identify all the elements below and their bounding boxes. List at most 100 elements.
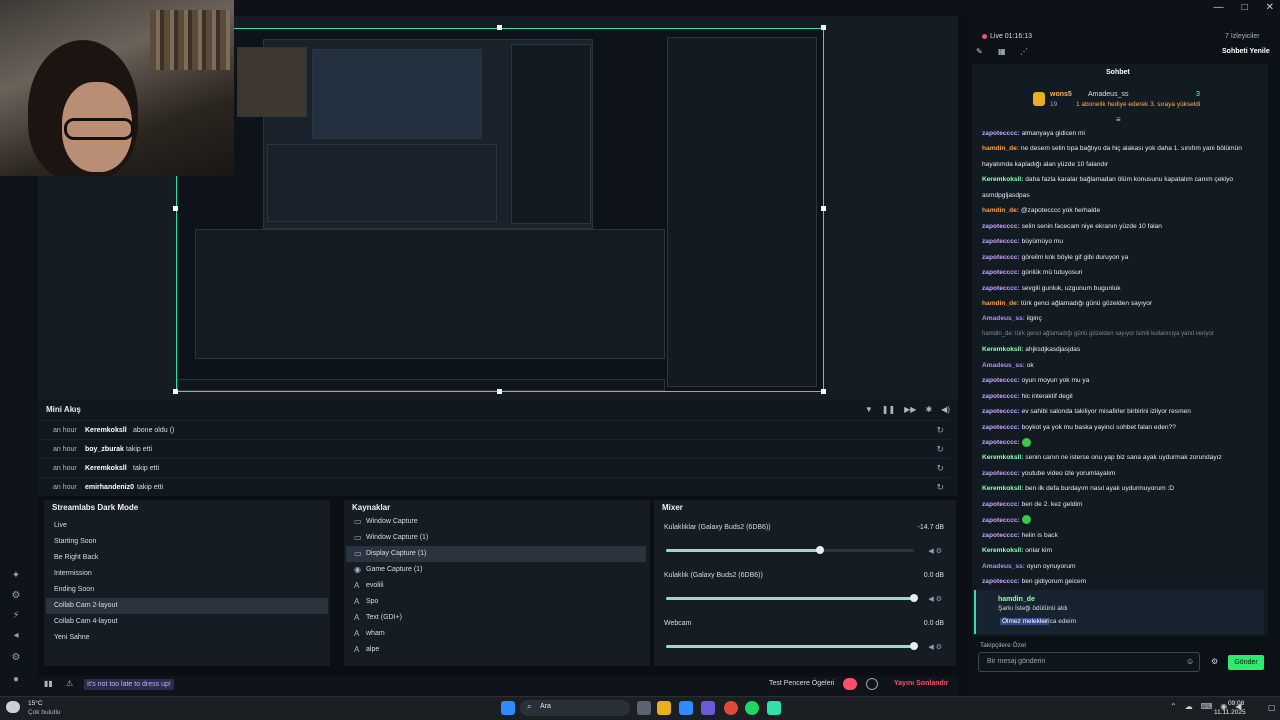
resize-handle[interactable] [497,25,502,30]
volume-knob[interactable] [910,594,918,602]
maximize-icon[interactable]: □ [1242,2,1248,13]
volume-slider[interactable] [666,594,918,602]
resize-handle[interactable] [497,389,502,394]
chat-tab[interactable]: Sohbet [1106,69,1130,76]
chat-username[interactable]: zapotecccc: [982,439,1020,446]
chat-settings-icon[interactable]: ⚙ [1211,657,1218,666]
chat-username[interactable]: Amadeus_ss: [982,563,1025,570]
taskbar-search[interactable] [520,700,630,716]
chat-username[interactable]: zapotecccc: [982,501,1020,508]
scene-item[interactable]: Be Right Back [46,550,328,566]
filter-icon[interactable]: ▼ [865,405,873,414]
stream-preview[interactable] [176,28,824,392]
close-icon[interactable]: ✕ [1266,2,1274,13]
replay-icon[interactable]: ↻ [936,444,944,455]
chat-username[interactable]: zapotecccc: [982,223,1020,230]
spotify-icon[interactable] [745,701,759,715]
account-icon[interactable]: ● [10,674,22,686]
chat-username[interactable]: hamdin_de: [982,207,1019,214]
resize-handle[interactable] [821,206,826,211]
mute-icon[interactable]: ◀ ⚙ [928,643,942,651]
chat-username[interactable]: Amadeus_ss: [982,315,1025,322]
replay-icon[interactable]: ↻ [936,463,944,474]
chat-username[interactable]: zapotecccc: [982,470,1020,477]
chat-username[interactable]: zapotecccc: [982,424,1020,431]
chat-username[interactable]: zapotecccc: [982,254,1020,261]
chat-username[interactable]: zapotecccc: [982,238,1020,245]
mail-icon[interactable] [679,701,693,715]
source-item[interactable]: ▭ Window Capture [346,514,646,530]
test-widgets-label[interactable]: Test Pencere Ögeleri [769,680,834,687]
streamlabs-icon[interactable] [767,701,781,715]
chat-username[interactable]: Keremkoksll: [982,547,1023,554]
start-icon[interactable] [501,701,515,715]
bolt-icon[interactable]: ⚡ [10,610,22,622]
share-icon[interactable]: ◂ [10,630,22,642]
edit-icon[interactable]: ✎ [976,47,983,56]
scene-item[interactable]: Live [46,518,328,534]
chat-username[interactable]: zapotecccc: [982,578,1020,585]
notifications-icon[interactable]: ▢ [1268,703,1276,712]
chat-username[interactable]: hamdin_de: [982,145,1019,152]
emoji-icon[interactable]: ☺ [1186,657,1194,666]
scene-item[interactable]: Yeni Sahne [46,630,328,646]
source-item[interactable]: ◉ Game Capture (1) [346,562,646,578]
store-icon[interactable]: ▦ [998,47,1006,56]
weather-icon[interactable] [6,701,20,713]
mute-icon[interactable]: ◀ ⚙ [928,547,942,555]
source-item[interactable]: A Text (GDI+) [346,610,646,626]
chat-username[interactable]: Keremkoksll: [982,454,1023,461]
replay-icon[interactable]: ↻ [936,482,944,493]
send-button[interactable]: Gönder [1228,655,1264,670]
end-stream-button[interactable]: Yayını Sonlandır [894,680,948,687]
promo-banner[interactable]: It's not too late to dress up! [84,679,174,690]
studio-icon[interactable]: ✦ [10,570,22,582]
chat-username[interactable]: hamdin_de: [982,300,1019,307]
volume-icon[interactable]: ◀) [941,405,950,414]
alert-icon[interactable]: ⚠ [66,679,73,688]
chat-username[interactable]: zapotecccc: [982,532,1020,539]
chrome-icon[interactable] [724,701,738,715]
share-icon[interactable]: ⋰ [1020,47,1028,56]
teams-icon[interactable] [701,701,715,715]
layout-icon[interactable]: ⚙ [10,590,22,602]
chat-username[interactable]: zapotecccc: [982,130,1020,137]
stats-icon[interactable]: ▮▮ [44,679,53,688]
resize-handle[interactable] [173,206,178,211]
source-item[interactable]: ▭ Window Capture (1) [346,530,646,546]
chat-username[interactable]: Keremkoksll: [982,485,1023,492]
source-item[interactable]: Awham [346,626,646,642]
skip-icon[interactable]: ▶▶ [904,405,916,414]
resize-handle[interactable] [173,389,178,394]
chat-username[interactable]: Keremkoksll: [982,346,1023,353]
scene-item[interactable]: Starting Soon [46,534,328,550]
gear-icon[interactable]: ⚙ [10,652,22,664]
resize-handle[interactable] [821,25,826,30]
mute-icon[interactable]: ◀ ⚙ [928,595,942,603]
file-explorer-icon[interactable] [657,701,671,715]
pause-icon[interactable]: ❚❚ [882,405,895,414]
volume-slider[interactable] [666,546,914,554]
volume-slider[interactable] [666,642,918,650]
scene-item[interactable]: Ending Soon [46,582,328,598]
settings-icon[interactable]: ✱ [925,405,932,414]
pin-icon[interactable]: ≡ [1116,115,1121,124]
volume-knob[interactable] [910,642,918,650]
chat-input[interactable]: Bir mesaj gönderin [978,652,1200,672]
resize-handle[interactable] [821,389,826,394]
scene-item[interactable]: Intermission [46,566,328,582]
chat-username[interactable]: Amadeus_ss: [982,362,1025,369]
chat-username[interactable]: zapotecccc: [982,408,1020,415]
scene-item-selected[interactable]: Collab Cam 2-layout [46,598,328,614]
volume-knob[interactable] [815,546,824,554]
minimize-icon[interactable]: — [1214,2,1224,13]
source-item-selected[interactable]: ▭ Display Capture (1) [346,546,646,562]
replay-buffer-icon[interactable] [866,678,878,690]
chat-username[interactable]: Keremkoksll: [982,176,1023,183]
chat-username[interactable]: zapotecccc: [982,377,1020,384]
task-view-icon[interactable] [637,701,651,715]
source-item[interactable]: A Spo [346,594,646,610]
reload-chat-button[interactable]: Sohbeti Yenile [1222,48,1270,55]
replay-icon[interactable]: ↻ [936,425,944,436]
chat-username[interactable]: zapotecccc: [982,517,1020,524]
